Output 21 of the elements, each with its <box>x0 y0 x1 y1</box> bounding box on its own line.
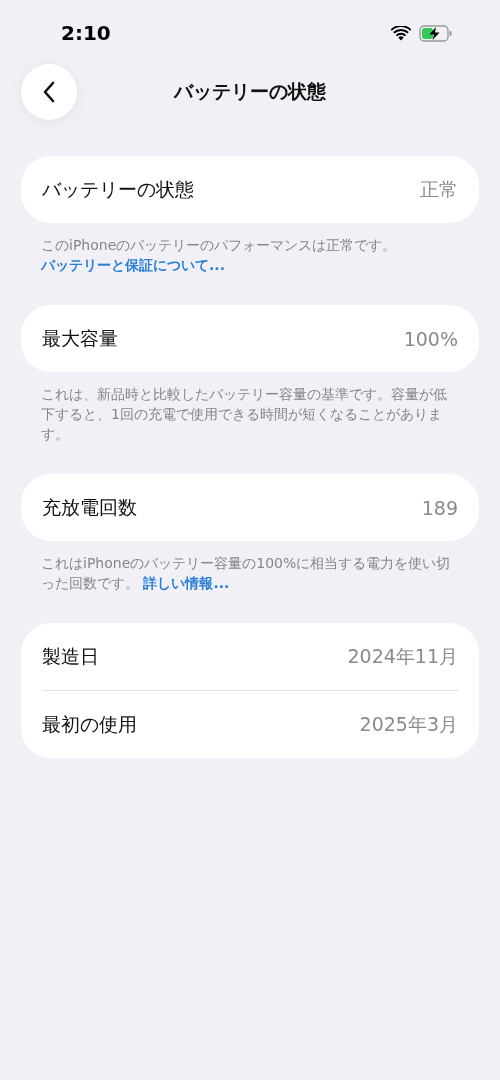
row-value: 2025年3月 <box>359 711 458 737</box>
row-label: 充放電回数 <box>42 494 137 520</box>
row-label: 最大容量 <box>42 325 118 351</box>
row-value: 100% <box>403 327 458 350</box>
battery-charging-icon <box>419 24 453 42</box>
footer-note: これはiPhoneのバッテリー容量の100%に相当する電力を使い切った回数です。 詳しい情報... <box>40 554 452 593</box>
row-value: 189 <box>421 496 458 519</box>
footer-note: これは、新品時と比較したバッテリー容量の基準です。容量が低下すると、1回の充電で使用できる時間が短くなることがあります。 <box>40 385 448 444</box>
page-title: バッテリーの状態 <box>174 79 326 104</box>
back-chevron-icon <box>42 80 56 104</box>
row-label: バッテリーの状態 <box>42 176 194 202</box>
footer-note: このiPhoneのバッテリーのパフォーマンスは正常です。 バッテリーと保証について... <box>39 236 398 275</box>
row-label: 製造日 <box>42 643 99 669</box>
row-value: 正常 <box>420 176 458 202</box>
wifi-icon <box>391 25 411 41</box>
back-button[interactable] <box>21 64 77 120</box>
info-link[interactable]: バッテリーと保証について... <box>41 257 225 273</box>
row-label: 最初の使用 <box>42 711 137 737</box>
info-link[interactable]: 詳しい情報... <box>143 575 230 591</box>
status-time: 2:10 <box>61 21 111 45</box>
row-value: 2024年11月 <box>347 643 458 669</box>
